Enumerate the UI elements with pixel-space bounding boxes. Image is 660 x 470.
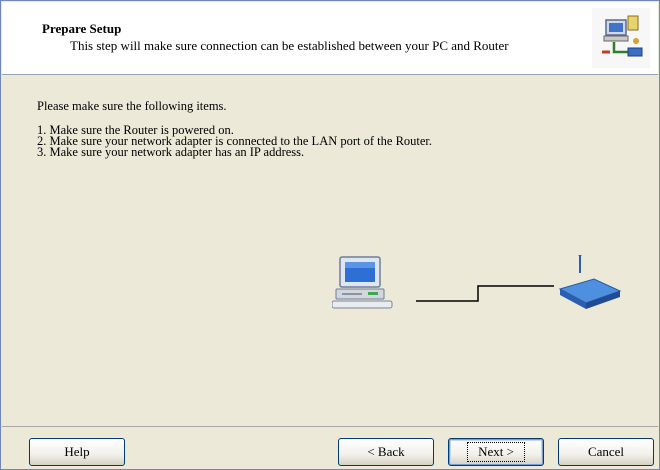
help-button-label: Help: [64, 444, 90, 459]
setup-wizard-window: Prepare Setup This step will make sure c…: [0, 0, 660, 470]
button-separator: [2, 426, 658, 427]
page-title: Prepare Setup: [42, 21, 122, 36]
back-button-label: < Back: [367, 444, 405, 459]
cancel-button-label: Cancel: [587, 444, 625, 459]
instructions-intro: Please make sure the following items.: [37, 99, 227, 113]
page-subtitle: This step will make sure connection can …: [70, 38, 509, 53]
help-button[interactable]: Help: [29, 438, 125, 466]
back-button[interactable]: < Back: [338, 438, 434, 466]
wizard-body: Please make sure the following items. 1.…: [2, 75, 658, 427]
cancel-button[interactable]: Cancel: [558, 438, 654, 466]
network-cable: [416, 285, 554, 302]
router-icon: [558, 255, 622, 309]
connection-diagram: [332, 255, 622, 309]
next-button-label: Next >: [467, 442, 525, 462]
computer-icon: [332, 256, 393, 309]
next-button[interactable]: Next >: [448, 438, 544, 466]
wizard-header: Prepare Setup This step will make sure c…: [2, 2, 658, 75]
checklist: 1. Make sure the Router is powered on. 2…: [37, 124, 432, 159]
network-setup-icon: [592, 8, 650, 68]
checklist-item: 3. Make sure your network adapter has an…: [37, 145, 305, 159]
